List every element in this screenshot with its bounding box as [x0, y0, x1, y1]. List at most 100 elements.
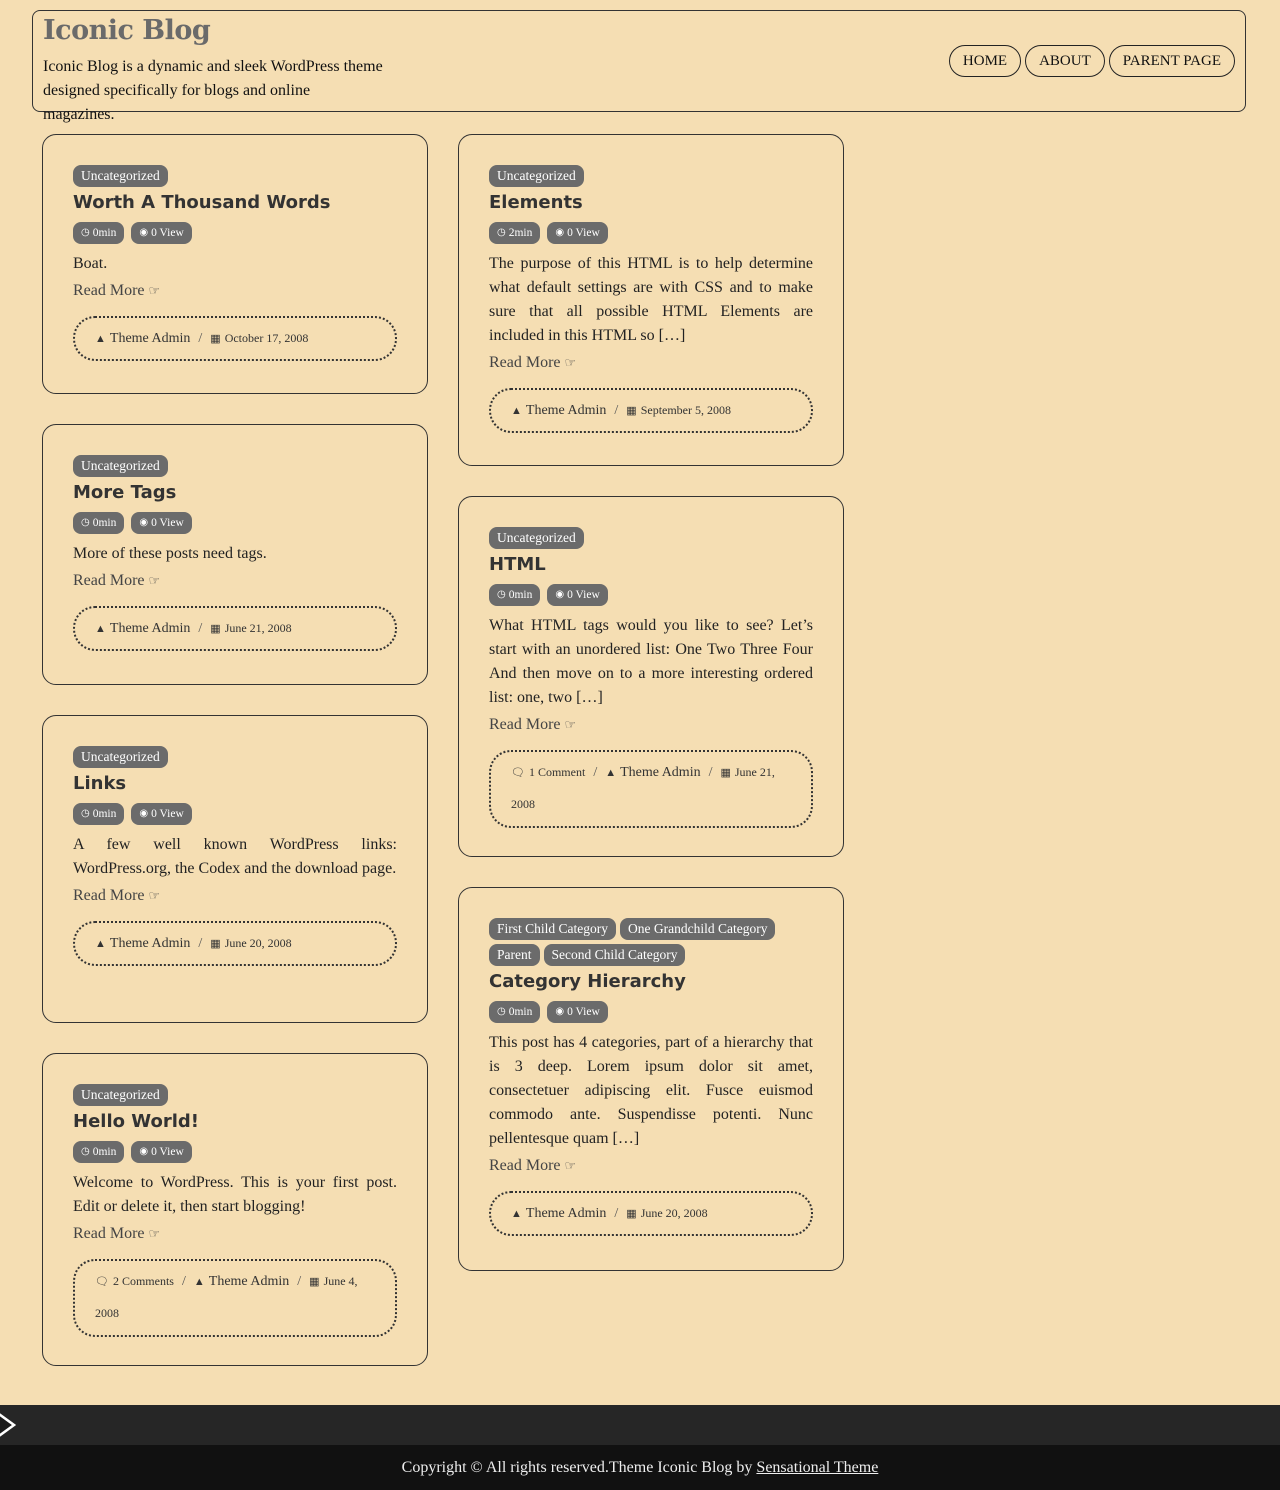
user-icon: ▲	[95, 938, 106, 950]
post-meta: ◷ 0min ◉ 0 View	[73, 512, 397, 534]
post-author[interactable]: Theme Admin	[526, 403, 607, 418]
site-title[interactable]: Iconic Blog	[43, 15, 211, 46]
post-title[interactable]: Elements	[489, 191, 813, 215]
separator: /	[198, 621, 203, 636]
hand-pointer-icon: ☞	[148, 1226, 161, 1241]
user-icon: ▲	[511, 1208, 522, 1220]
read-more-link[interactable]: Read More ☞	[73, 570, 397, 592]
calendar-icon: ▦	[210, 938, 221, 950]
category-badge[interactable]: Uncategorized	[73, 165, 168, 187]
post-title[interactable]: More Tags	[73, 481, 397, 505]
post-card: Uncategorized Worth A Thousand Words ◷ 0…	[42, 134, 428, 394]
scroll-arrow-icon[interactable]	[0, 1404, 16, 1446]
views-count: 0 View	[151, 808, 184, 820]
theme-author-link[interactable]: Sensational Theme	[756, 1459, 878, 1476]
read-time: 0min	[508, 589, 533, 601]
category-badge[interactable]: First Child Category	[489, 918, 616, 940]
category-badge[interactable]: Uncategorized	[489, 165, 584, 187]
read-more-link[interactable]: Read More ☞	[73, 280, 397, 302]
views-badge: ◉ 0 View	[547, 222, 608, 244]
post-title[interactable]: Worth A Thousand Words	[73, 191, 397, 215]
category-list: Uncategorized	[73, 1084, 397, 1106]
read-more-link[interactable]: Read More ☞	[489, 352, 813, 374]
hand-pointer-icon: ☞	[148, 283, 161, 298]
eye-icon: ◉	[139, 517, 149, 528]
post-date[interactable]: June 20, 2008	[225, 936, 292, 950]
comments-count[interactable]: 1 Comment	[529, 765, 585, 779]
post-excerpt: Boat.	[73, 255, 108, 272]
post-footer-meta: ▲ Theme Admin / ▦ September 5, 2008	[489, 388, 813, 433]
read-more-link[interactable]: Read More ☞	[73, 885, 397, 907]
read-time-badge: ◷ 0min	[73, 803, 125, 825]
clock-icon: ◷	[497, 227, 506, 238]
read-more-label: Read More	[489, 716, 561, 733]
post-excerpt: More of these posts need tags.	[73, 545, 267, 562]
post-footer-meta: 🗨 1 Comment / ▲ Theme Admin / ▦ June 21, 2008	[489, 750, 813, 828]
comments-count[interactable]: 2 Comments	[113, 1274, 174, 1288]
post-excerpt: A few well known WordPress links: WordPr…	[73, 836, 397, 877]
read-more-link[interactable]: Read More ☞	[73, 1223, 397, 1245]
post-title[interactable]: Links	[73, 772, 397, 796]
nav-about[interactable]: ABOUT	[1025, 45, 1105, 77]
post-title[interactable]: Category Hierarchy	[489, 970, 813, 994]
post-title[interactable]: Hello World!	[73, 1110, 397, 1134]
category-badge[interactable]: Uncategorized	[73, 746, 168, 768]
eye-icon: ◉	[139, 227, 149, 238]
post-date[interactable]: September 5, 2008	[641, 403, 731, 417]
user-icon: ▲	[193, 1276, 205, 1288]
post-title[interactable]: HTML	[489, 553, 813, 577]
post-card: Uncategorized Links ◷ 0min ◉ 0 View A fe…	[42, 715, 428, 1023]
post-card: First Child Category One Grandchild Categ…	[458, 887, 844, 1271]
post-author[interactable]: Theme Admin	[110, 936, 191, 951]
post-date[interactable]: June 21, 2008	[225, 621, 292, 635]
read-time-badge: ◷ 0min	[73, 222, 125, 244]
post-author[interactable]: Theme Admin	[620, 765, 701, 780]
user-icon: ▲	[511, 405, 522, 417]
views-badge: ◉ 0 View	[547, 584, 608, 606]
read-more-label: Read More	[73, 1225, 145, 1242]
category-badge[interactable]: Uncategorized	[489, 527, 584, 549]
read-more-link[interactable]: Read More ☞	[489, 714, 813, 736]
separator: /	[593, 765, 598, 780]
post-date[interactable]: June 20, 2008	[641, 1206, 708, 1220]
copyright-bar: Copyright © All rights reserved.Theme Ic…	[0, 1445, 1280, 1490]
read-more-label: Read More	[73, 572, 145, 589]
post-meta: ◷ 0min ◉ 0 View	[73, 1141, 397, 1163]
post-author[interactable]: Theme Admin	[526, 1206, 607, 1221]
post-author[interactable]: Theme Admin	[209, 1274, 290, 1289]
category-list: Uncategorized	[489, 165, 813, 187]
views-count: 0 View	[151, 517, 184, 529]
calendar-icon: ▦	[626, 405, 637, 417]
hand-pointer-icon: ☞	[148, 573, 161, 588]
post-card: Uncategorized Elements ◷ 2min ◉ 0 View T…	[458, 134, 844, 466]
calendar-icon: ▦	[210, 623, 221, 635]
category-badge[interactable]: Uncategorized	[73, 455, 168, 477]
views-count: 0 View	[151, 227, 184, 239]
post-footer-meta: ▲ Theme Admin / ▦ June 20, 2008	[489, 1191, 813, 1236]
separator: /	[297, 1274, 302, 1289]
nav-home[interactable]: HOME	[948, 45, 1022, 77]
post-author[interactable]: Theme Admin	[110, 621, 191, 636]
hand-pointer-icon: ☞	[564, 355, 577, 370]
read-time-badge: ◷ 0min	[489, 584, 541, 606]
category-list: Uncategorized	[73, 455, 397, 477]
category-list: Uncategorized	[73, 165, 397, 187]
separator: /	[198, 331, 203, 346]
nav-parent-page[interactable]: PARENT PAGE	[1108, 45, 1235, 77]
post-date[interactable]: October 17, 2008	[225, 331, 309, 345]
clock-icon: ◷	[81, 517, 90, 528]
category-badge[interactable]: One Grandchild Category	[620, 918, 776, 940]
category-badge[interactable]: Second Child Category	[543, 944, 686, 966]
copyright-text: Copyright © All rights reserved.Theme Ic…	[401, 1459, 757, 1476]
views-badge: ◉ 0 View	[131, 512, 192, 534]
read-time-badge: ◷ 2min	[489, 222, 541, 244]
category-badge[interactable]: Uncategorized	[73, 1084, 168, 1106]
read-more-link[interactable]: Read More ☞	[489, 1155, 813, 1177]
post-author[interactable]: Theme Admin	[110, 331, 191, 346]
calendar-icon: ▦	[720, 767, 731, 779]
read-more-label: Read More	[73, 887, 145, 904]
category-badge[interactable]: Parent	[489, 944, 540, 966]
post-excerpt: Welcome to WordPress. This is your first…	[73, 1174, 397, 1215]
category-list: First Child Category One Grandchild Categ…	[489, 918, 813, 966]
main-nav: HOME ABOUT PARENT PAGE	[948, 45, 1235, 77]
